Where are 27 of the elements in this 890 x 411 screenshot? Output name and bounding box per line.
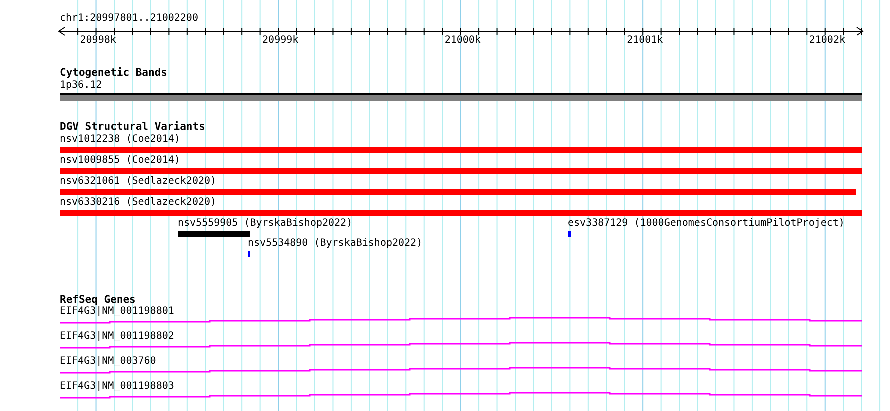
variant-label: nsv5559905 (ByrskaBishop2022) (178, 218, 353, 230)
ruler-tick-label: 21000k (444, 35, 481, 47)
track-title[interactable]: Cytogenetic Bands (60, 67, 168, 79)
ruler-tick-label: 20998k (80, 35, 116, 47)
track-title[interactable]: DGV Structural Variants (60, 121, 206, 133)
transcript-label: EIF4G3|NM_003760 (60, 356, 156, 368)
ruler-tick-label: 20999k (262, 35, 299, 47)
variant-bar[interactable] (60, 189, 856, 195)
transcript-label: EIF4G3|NM_001198802 (60, 331, 174, 343)
variant-bar[interactable] (568, 231, 571, 237)
track-title[interactable]: RefSeq Genes (60, 294, 136, 306)
transcript-label: EIF4G3|NM_001198801 (60, 306, 174, 318)
ruler-tick-label: 21002k (809, 35, 846, 47)
variant-label: nsv1012238 (Coe2014) (60, 134, 180, 146)
variant-bar[interactable] (178, 231, 250, 237)
variant-bar[interactable] (60, 210, 862, 216)
variant-bar[interactable] (60, 147, 862, 153)
transcript-label: EIF4G3|NM_001198803 (60, 381, 174, 393)
variant-bar[interactable] (60, 168, 862, 174)
ruler-tick-label: 21001k (627, 35, 664, 47)
region-label: chr1:20997801..21002200 (60, 13, 198, 25)
variant-label: nsv6330216 (Sedlazeck2020) (60, 197, 217, 209)
variant-label: esv3387129 (1000GenomesConsortiumPilotProject) (568, 218, 845, 230)
variant-label: nsv5534890 (ByrskaBishop2022) (248, 238, 423, 250)
variant-label: nsv1009855 (Coe2014) (60, 155, 180, 167)
variant-label: nsv6321061 (Sedlazeck2020) (60, 176, 217, 188)
band-label: 1p36.12 (60, 80, 102, 92)
